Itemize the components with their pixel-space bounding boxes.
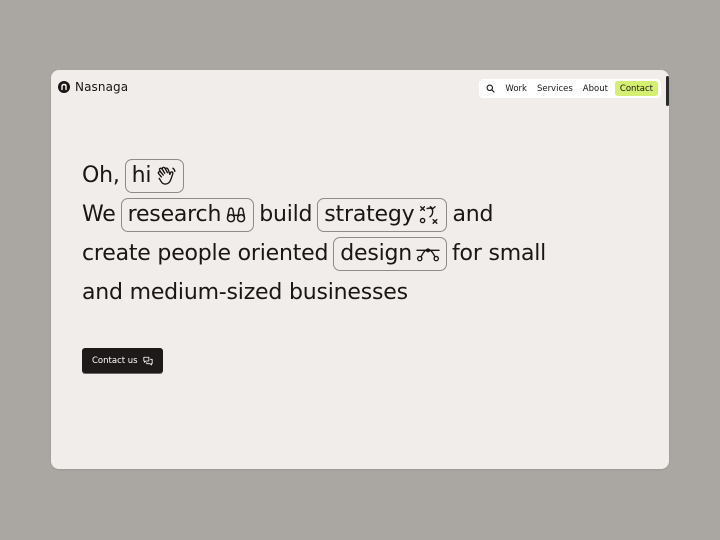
contact-us-label: Contact us [92,355,138,366]
search-icon[interactable] [481,79,500,98]
chat-bubbles-icon [143,351,153,370]
hero-text-for-small: for small [452,241,547,266]
brand[interactable]: Nasnaga [58,80,128,94]
hero-greeting: Oh, [82,163,120,188]
hi-pill-label: hi [131,163,152,188]
nav-services[interactable]: Services [532,79,578,98]
hero-text-we: We [82,202,116,227]
scrollbar[interactable] [666,76,669,106]
contact-us-button[interactable]: Contact us [82,348,163,373]
hero-line-3: create people oriented design for small [82,234,546,273]
design-pill: design [333,236,448,271]
hero-line-2: We research build strategy and [82,195,546,234]
nav-work[interactable]: Work [500,79,532,98]
hero-text-create: create people oriented [82,241,329,266]
hero-text-build: build [259,202,313,227]
waving-hand-icon [155,165,177,187]
top-nav: Work Services About Contact [479,79,661,98]
strategy-pill-label: strategy [324,202,415,227]
hero-line-1: Oh, hi [82,156,546,195]
bezier-curve-icon [416,243,440,265]
research-pill: research [120,197,255,232]
design-pill-label: design [340,241,413,266]
brand-name: Nasnaga [75,80,129,94]
hero-line-4: and medium-sized businesses [82,273,546,312]
nav-about[interactable]: About [578,79,613,98]
research-pill-label: research [127,202,222,227]
binoculars-icon [225,204,247,226]
strategy-pill: strategy [317,197,448,232]
strategy-play-icon [418,204,440,226]
nav-contact-button[interactable]: Contact [614,81,658,96]
hi-pill: hi [124,158,185,193]
browser-window: Nasnaga Work Services About Contact Oh, … [51,70,669,469]
hero-text-businesses: and medium-sized businesses [82,280,408,305]
nasnaga-logo-icon [58,81,70,93]
hero-text-and: and [452,202,494,227]
hero-heading: Oh, hi We research build strategy and cr… [82,156,546,312]
